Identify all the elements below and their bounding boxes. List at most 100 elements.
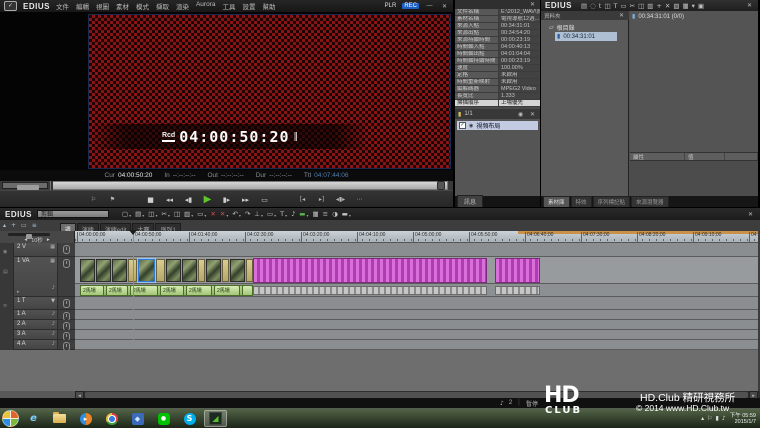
taskbar-media-player[interactable]: ▸	[74, 410, 97, 427]
start-button[interactable]	[2, 410, 19, 427]
taskbar-edius[interactable]: ◢	[204, 410, 227, 427]
property-row[interactable]: 時間軸出點04:01:04:04	[455, 51, 540, 58]
sequence-tab-週[interactable]: 週	[60, 223, 76, 231]
playhead-marker[interactable]	[129, 230, 137, 235]
taskbar-windows-explorer[interactable]	[48, 410, 71, 427]
track-mouse-cell[interactable]	[58, 340, 75, 350]
monitor-icon[interactable]: ▭	[620, 2, 626, 10]
paste-icon[interactable]: ▥	[647, 2, 653, 10]
menu-item-模式[interactable]: 模式	[136, 1, 149, 11]
grid-icon[interactable]: ▦	[312, 210, 318, 218]
property-row[interactable]: 速度100.00%	[455, 65, 540, 72]
rec-mode-badge[interactable]: REC	[402, 3, 419, 9]
video-clip-thumbnail[interactable]	[138, 259, 155, 282]
add-clip-icon[interactable]: t	[599, 2, 602, 10]
minimize-icon[interactable]: —	[425, 3, 434, 9]
rewind-button[interactable]: ◂◂	[163, 194, 177, 206]
tree-item-clip-selected[interactable]: ▮ 00:34:31:01	[555, 32, 617, 41]
sequence-tab-演練edit[interactable]: 演練edit	[100, 223, 132, 231]
pin-icon[interactable]: +	[656, 2, 661, 10]
dropdown-icon[interactable]: ▾	[692, 2, 695, 10]
taskbar-internet-explorer[interactable]: e	[22, 410, 45, 427]
taskbar-skype[interactable]: S	[178, 410, 201, 427]
action-center-icon[interactable]: ⚐	[707, 415, 712, 422]
cut-icon[interactable]: ✂	[630, 2, 635, 10]
clip-name-tag[interactable]: 2馬場	[80, 285, 104, 296]
track-mouse-cell[interactable]	[58, 257, 75, 297]
track-content-1A[interactable]	[75, 310, 758, 320]
menu-item-素材[interactable]: 素材	[116, 1, 129, 11]
property-row[interactable]: 時間重新映射未啟用	[455, 79, 540, 86]
position-knob[interactable]	[437, 181, 445, 190]
network-icon[interactable]: ▮	[716, 415, 719, 422]
tab-特效[interactable]: 特效	[571, 196, 592, 207]
menu-item-文件[interactable]: 文件	[56, 1, 69, 11]
position-marker[interactable]	[51, 181, 53, 190]
ripple-delete-icon[interactable]: ✕	[210, 210, 215, 218]
video-clip-thumbnail[interactable]	[230, 259, 245, 282]
pin-icon[interactable]: ◉	[516, 111, 525, 118]
audio-clip-segments[interactable]	[253, 286, 487, 295]
property-row[interactable]: 定格未啟用	[455, 72, 540, 79]
property-row[interactable]: 編解碼器MPEG2 Video	[455, 86, 540, 93]
magenta-clip[interactable]	[495, 258, 540, 283]
track-toggle-icon[interactable]: ≡	[3, 303, 7, 309]
tab-序列標記點[interactable]: 序列標記點	[593, 196, 631, 207]
audio-clip-segments[interactable]	[495, 286, 540, 295]
ripple-mode-icon[interactable]: ≡	[32, 222, 37, 229]
menu-item-視圖[interactable]: 視圖	[96, 1, 109, 11]
video-clip-thumbnail[interactable]	[166, 259, 181, 282]
panel-icon[interactable]: ▬▾	[342, 210, 351, 218]
property-row[interactable]: 來源出點00:34:54:20	[455, 30, 540, 37]
video-clip-segment[interactable]	[156, 259, 165, 282]
shuttle-control[interactable]	[2, 182, 48, 189]
track-header-1A[interactable]: 1 A♪	[14, 310, 58, 320]
track-mouse-cell[interactable]	[58, 310, 75, 320]
column-value[interactable]: 值	[685, 153, 725, 160]
track-content-4A[interactable]	[75, 340, 758, 350]
plr-mode-label[interactable]: PLR	[385, 3, 397, 9]
replace-icon[interactable]: ▭▾	[197, 210, 206, 218]
render-icon[interactable]: ▭▾	[267, 210, 276, 218]
tab-素材庫[interactable]: 素材庫	[543, 196, 570, 207]
track-content-3A[interactable]	[75, 330, 758, 340]
detail-icon[interactable]: ▣	[698, 2, 704, 10]
video-clip-thumbnail[interactable]	[182, 259, 197, 282]
copy-icon[interactable]: ◫	[174, 210, 180, 218]
column-property[interactable]: 屬性	[630, 153, 685, 160]
track-mouse-cell[interactable]	[58, 330, 75, 340]
track-mouse-cell[interactable]	[58, 243, 75, 257]
cut-icon[interactable]: ✂▾	[161, 210, 169, 218]
taskbar-chrome[interactable]	[100, 410, 123, 427]
close-icon[interactable]: ✕	[528, 1, 537, 8]
track-header-2A[interactable]: 2 A♪	[14, 320, 58, 330]
clip-name-tag[interactable]: 2馬場	[214, 285, 240, 296]
save-icon[interactable]: ▤▾	[135, 210, 144, 218]
taskbar-blue-app[interactable]: ◆	[126, 410, 149, 427]
menu-item-工具[interactable]: 工具	[222, 1, 235, 11]
tracks-icon[interactable]: ≡	[323, 210, 328, 218]
next-frame-button[interactable]: ▮▸	[220, 194, 234, 206]
track-header-2V[interactable]: 2 V▦	[14, 243, 58, 257]
menu-item-Aurora[interactable]: Aurora	[196, 1, 216, 11]
clip-name-tag[interactable]	[242, 285, 253, 296]
more-button[interactable]: ⋯	[353, 194, 367, 206]
properties-icon[interactable]: ▧	[673, 2, 679, 10]
previous-frame-button[interactable]: ◂▮	[182, 194, 196, 206]
sync-icon[interactable]: +	[11, 222, 16, 229]
play-button[interactable]: ▶	[201, 194, 215, 206]
new-sequence-icon[interactable]: ▢▾	[122, 210, 131, 218]
new-folder-icon[interactable]: ▤	[581, 2, 587, 10]
menu-item-編輯[interactable]: 編輯	[76, 1, 89, 11]
menu-item-渲染[interactable]: 渲染	[176, 1, 189, 11]
property-row[interactable]: 素材名稱電視導航12週...	[455, 16, 540, 23]
property-row[interactable]: 文件名稱E:\2012_WAV\資...	[455, 9, 540, 16]
track-header-4A[interactable]: 4 A♪	[14, 340, 58, 350]
close-icon[interactable]: ✕	[440, 3, 449, 10]
eye-icon[interactable]: ◉	[469, 123, 473, 129]
video-clip-thumbnail[interactable]	[112, 259, 127, 282]
taskbar-clock[interactable]: 下午 05:59 2015/1/7	[730, 413, 756, 425]
copy-icon[interactable]: ◫	[638, 2, 644, 10]
clip-name-tag[interactable]: 2馬場	[130, 285, 158, 296]
tree-item-root[interactable]: ▱ 根目錄	[541, 23, 628, 32]
